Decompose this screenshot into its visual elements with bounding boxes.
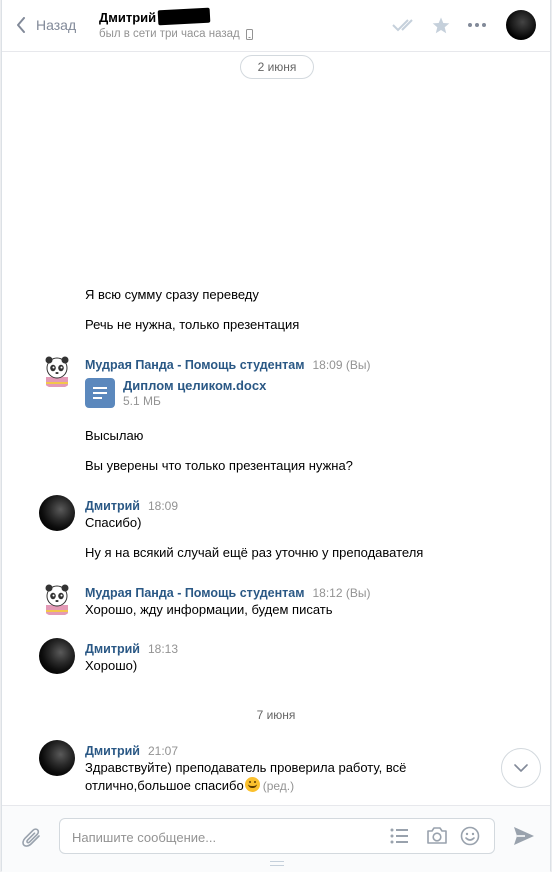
message-input-box[interactable] (59, 818, 495, 854)
ellipsis-icon (468, 23, 486, 27)
sender-name[interactable]: Дмитрий (85, 744, 140, 758)
message-time[interactable]: 18:12 (Вы) (312, 586, 370, 600)
double-check-icon (392, 19, 413, 32)
message-text: Хорошо, жду информации, будем писать (85, 602, 333, 617)
sender-name[interactable]: Мудрая Панда - Помощь студентам (85, 358, 304, 372)
sender-name[interactable]: Дмитрий (85, 642, 140, 656)
date-separator: 2 июня (240, 55, 314, 79)
redaction-mark (157, 7, 211, 26)
message-text: Высылаю (85, 428, 144, 443)
list-icon (390, 828, 408, 844)
sender-line: Мудрая Панда - Помощь студентам 18:09 (Вы… (85, 358, 370, 372)
date-separator: 7 июня (256, 708, 296, 722)
more-button[interactable] (468, 23, 486, 27)
sender-avatar[interactable] (39, 581, 75, 617)
document-attachment[interactable] (85, 378, 115, 408)
contact-avatar[interactable] (506, 10, 536, 40)
chat-header: Назад Дмитрий был в сети три часа назад (2, 0, 550, 52)
document-name[interactable]: Диплом целиком.docx (123, 378, 266, 393)
message-text: Вы уверены что только презентация нужна? (85, 458, 353, 473)
favorite-button[interactable] (432, 17, 450, 34)
sender-avatar[interactable] (39, 353, 75, 389)
message-time[interactable]: 18:09 (148, 499, 178, 513)
sender-line: Мудрая Панда - Помощь студентам 18:12 (Вы… (85, 586, 370, 600)
templates-button[interactable] (390, 828, 408, 849)
message-time[interactable]: 21:07 (148, 744, 178, 758)
sender-line: Дмитрий 21:07 (85, 744, 178, 758)
sender-name[interactable]: Дмитрий (85, 499, 140, 513)
message-text: Я всю сумму сразу переведу (85, 287, 259, 302)
message-text: Ну я на всякий случай ещё раз уточню у п… (85, 545, 424, 560)
chat-panel: Назад Дмитрий был в сети три часа назад … (1, 0, 551, 872)
contact-name[interactable]: Дмитрий (99, 10, 156, 25)
chevron-down-icon (514, 764, 528, 772)
sender-line: Дмитрий 18:13 (85, 642, 178, 656)
message-time[interactable]: 18:09 (Вы) (312, 358, 370, 372)
camera-icon (427, 827, 447, 844)
header-actions (380, 10, 536, 40)
chevron-left-icon (17, 17, 25, 33)
panda-logo-icon (45, 356, 69, 387)
message-composer (2, 805, 550, 872)
edited-mark[interactable]: (ред.) (263, 779, 294, 793)
read-status[interactable] (392, 18, 418, 32)
sender-avatar[interactable] (39, 740, 75, 776)
message-input[interactable] (70, 827, 374, 847)
message-text: Речь не нужна, только презентация (85, 317, 300, 332)
panda-logo-icon (45, 584, 69, 615)
sender-name[interactable]: Мудрая Панда - Помощь студентам (85, 586, 304, 600)
back-label: Назад (36, 17, 77, 33)
contact-status: был в сети три часа назад (99, 28, 253, 40)
smile-emoji-icon (244, 777, 260, 792)
sender-line: Дмитрий 18:09 (85, 499, 178, 513)
smile-icon (460, 826, 480, 846)
sender-avatar[interactable] (39, 495, 75, 531)
phone-icon (245, 28, 253, 40)
message-line: отлично,большое спасибо (85, 778, 244, 793)
paperclip-icon (22, 828, 40, 847)
status-text: был в сети три часа назад (99, 28, 240, 40)
resize-handle[interactable] (270, 861, 284, 866)
scroll-down-button[interactable] (501, 748, 541, 788)
message-text: Хорошо) (85, 658, 138, 673)
camera-button[interactable] (426, 826, 448, 850)
emoji-button[interactable] (460, 826, 480, 851)
message-text: Спасибо) (85, 515, 142, 530)
message-text: Здравствуйте) преподаватель проверила ра… (85, 759, 406, 795)
back-button[interactable]: Назад (16, 14, 76, 36)
sender-avatar[interactable] (39, 638, 75, 674)
message-line: Здравствуйте) преподаватель проверила ра… (85, 760, 407, 775)
send-button[interactable] (513, 826, 535, 851)
attach-button[interactable] (22, 826, 42, 853)
send-icon (514, 827, 534, 845)
document-icon (93, 387, 107, 399)
message-time[interactable]: 18:13 (148, 642, 178, 656)
document-size: 5.1 МБ (123, 394, 161, 408)
star-icon (432, 17, 450, 33)
